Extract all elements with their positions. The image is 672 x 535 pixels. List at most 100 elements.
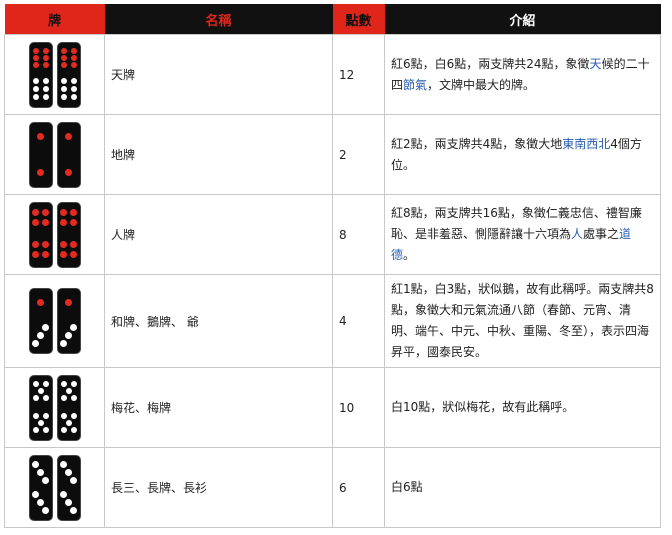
description-text: 紅2點，兩支牌共4點，象徵大地: [391, 136, 563, 151]
red-pip: [32, 209, 39, 216]
white-pip: [37, 419, 44, 426]
description-link[interactable]: 人: [571, 227, 583, 241]
white-pip: [60, 412, 67, 419]
description-text: 。: [403, 248, 416, 262]
white-pip: [70, 85, 77, 92]
red-pip: [60, 209, 67, 216]
points-cell: 12: [332, 34, 385, 115]
white-pip: [65, 419, 72, 426]
long-three-tile-icon: [5, 454, 104, 521]
red-pip: [42, 61, 49, 68]
header-name: 名稱: [104, 4, 333, 35]
points-cell: 8: [332, 194, 385, 275]
domino-piece: [56, 41, 81, 108]
red-pip: [70, 241, 77, 248]
white-pip: [42, 93, 49, 100]
tile-cell: [4, 114, 105, 195]
white-pip: [32, 339, 39, 347]
plum-tile-icon: [5, 374, 104, 441]
description-text: 紅6點，白6點，兩支牌共24點，象徵: [391, 56, 590, 71]
white-pip: [32, 461, 39, 468]
table-row: 地牌 2 紅2點，兩支牌共4點，象徵大地東南西北4個方位。: [4, 114, 661, 195]
white-pip: [70, 380, 77, 387]
goose-tile-icon: [5, 288, 104, 354]
domino-piece: [28, 41, 53, 108]
red-pip: [60, 47, 67, 54]
white-pip: [32, 85, 39, 92]
white-pip: [42, 412, 49, 419]
white-pip: [70, 477, 77, 484]
table-row: 人牌 8 紅8點，兩支牌共16點，象徵仁義忠信、禮智廉恥、是非羞惡、惻隱辭讓十六項為…: [4, 194, 661, 275]
white-pip: [65, 331, 72, 339]
domino-piece: [56, 374, 81, 441]
white-pip: [65, 469, 72, 476]
white-pip: [60, 85, 67, 92]
name-cell: 地牌: [104, 114, 333, 195]
table-row: 天牌 12 紅6點，白6點，兩支牌共24點，象徵天候的二十四節氣，文牌中最大的牌。: [4, 34, 661, 115]
white-pip: [42, 77, 49, 84]
description-text: 白6點: [391, 480, 423, 494]
red-pip: [37, 133, 44, 140]
description-cell: 白10點，狀似梅花，故有此稱呼。: [384, 367, 661, 448]
white-pip: [60, 461, 67, 468]
description-link[interactable]: 節氣: [403, 78, 427, 92]
white-pip: [42, 380, 49, 387]
red-pip: [42, 209, 49, 216]
white-pip: [37, 499, 44, 506]
domino-piece: [28, 121, 53, 188]
white-pip: [42, 85, 49, 92]
red-pip: [65, 133, 72, 140]
red-pip: [70, 251, 77, 258]
white-pip: [32, 380, 39, 387]
points-cell: 6: [332, 447, 385, 528]
white-pip: [37, 387, 44, 394]
white-pip: [60, 426, 67, 433]
red-pip: [60, 61, 67, 68]
description-cell: 紅6點，白6點，兩支牌共24點，象徵天候的二十四節氣，文牌中最大的牌。: [384, 34, 661, 115]
description-text: 紅1點，白3點，狀似鵝，故有此稱呼。兩支牌共8點，象徵大和元氣流通八節（春節、元…: [391, 282, 654, 359]
human-tile-icon: [5, 201, 104, 268]
earth-tile-icon: [5, 121, 104, 188]
tile-cell: [4, 194, 105, 275]
description-cell: 紅2點，兩支牌共4點，象徵大地東南西北4個方位。: [384, 114, 661, 195]
points-cell: 4: [332, 274, 385, 368]
description-cell: 紅1點，白3點，狀似鵝，故有此稱呼。兩支牌共8點，象徵大和元氣流通八節（春節、元…: [384, 274, 661, 368]
description-link[interactable]: 天: [590, 57, 602, 71]
header-points: 點數: [332, 4, 385, 35]
description-text: 處事之: [583, 227, 620, 241]
white-pip: [70, 323, 77, 331]
name-cell: 天牌: [104, 34, 333, 115]
white-pip: [60, 77, 67, 84]
white-pip: [70, 394, 77, 401]
domino-piece: [56, 201, 81, 268]
red-pip: [70, 209, 77, 216]
domino-piece: [56, 121, 81, 188]
red-pip: [37, 169, 44, 176]
header-intro: 介紹: [384, 4, 661, 35]
white-pip: [60, 339, 67, 347]
red-pip: [42, 47, 49, 54]
white-pip: [60, 491, 67, 498]
red-pip: [60, 219, 67, 226]
white-pip: [32, 77, 39, 84]
domino-piece: [28, 454, 53, 521]
description-text: ，文牌中最大的牌。: [427, 77, 536, 92]
red-pip: [65, 169, 72, 176]
tile-cell: [4, 367, 105, 448]
points-cell: 10: [332, 367, 385, 448]
white-pip: [32, 412, 39, 419]
table-header-row: 牌 名稱 點數 介紹: [4, 4, 661, 35]
name-cell: 梅花、梅牌: [104, 367, 333, 448]
table-row: 長三、長牌、長衫 6 白6點: [4, 447, 661, 528]
description-cell: 紅8點，兩支牌共16點，象徵仁義忠信、禮智廉恥、是非羞惡、惻隱辭讓十六項為人處事…: [384, 194, 661, 275]
header-tile: 牌: [4, 4, 105, 35]
tile-cell: [4, 447, 105, 528]
domino-piece: [56, 454, 81, 521]
red-pip: [32, 241, 39, 248]
red-pip: [32, 54, 39, 61]
red-pip: [42, 54, 49, 61]
description-link[interactable]: 東南西北: [562, 137, 610, 151]
white-pip: [70, 426, 77, 433]
red-pip: [60, 241, 67, 248]
white-pip: [70, 93, 77, 100]
